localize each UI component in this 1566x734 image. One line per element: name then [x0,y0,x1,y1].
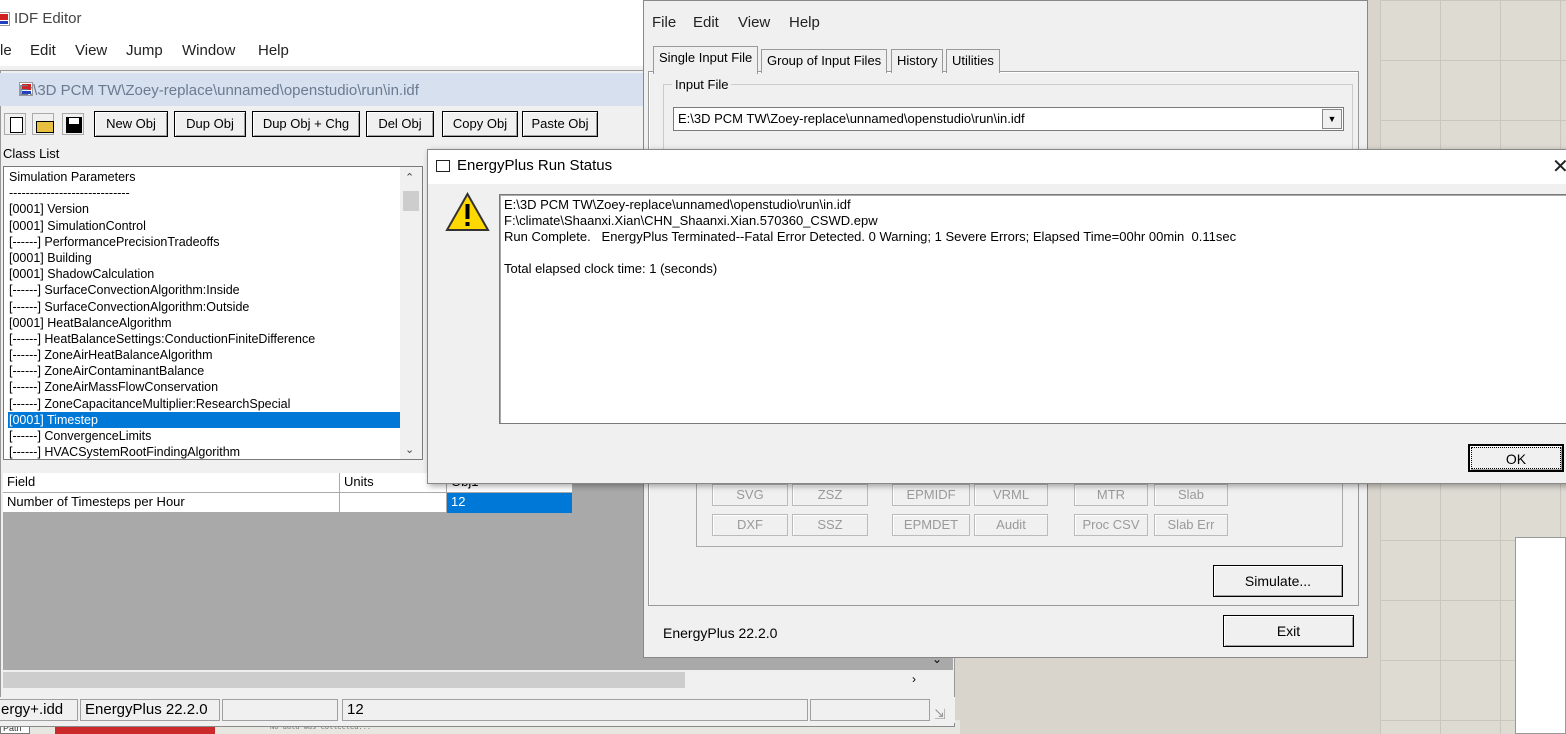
tab-single-input-file[interactable]: Single Input File [653,46,759,74]
menu-view[interactable]: View [75,42,107,59]
run-status-text: E:\3D PCM TW\Zoey-replace\unnamed\openst… [499,194,1566,424]
class-list-items: Simulation Parameters -------------------… [8,169,402,459]
idf-editor-title: IDF Editor [14,10,82,27]
class-list-item[interactable]: [------] ZoneCapacitanceMultiplier:Resea… [8,396,402,412]
class-list[interactable]: Simulation Parameters -------------------… [3,166,423,460]
vrml-button[interactable]: VRML [974,484,1048,506]
resize-grip-icon[interactable]: ⇲ [934,706,946,723]
menu-edit[interactable]: Edit [30,42,56,59]
class-list-item[interactable]: ----------------------------- [8,185,402,201]
background-panel [1515,537,1566,734]
scroll-down-icon[interactable]: ⌄ [405,443,414,456]
menu-help[interactable]: Help [258,42,289,59]
ep-version-label: EnergyPlus 22.2.0 [663,625,778,641]
paste-obj-button[interactable]: Paste Obj [522,111,598,137]
del-obj-button[interactable]: Del Obj [366,111,434,137]
exit-button[interactable]: Exit [1223,615,1354,647]
slab-button[interactable]: Slab [1154,484,1228,506]
grid-header-field: Field [3,473,340,493]
class-list-item[interactable]: [0001] Building [8,250,402,266]
table-row[interactable]: Number of Timesteps per Hour 12 [3,493,573,513]
class-list-item[interactable]: [0001] Timestep [8,411,402,428]
status-extra [810,699,930,721]
ep-menu-view[interactable]: View [738,14,770,31]
simulate-button[interactable]: Simulate... [1213,565,1343,597]
mtr-button[interactable]: MTR [1074,484,1148,506]
epmidf-button[interactable]: EPMIDF [892,484,970,506]
class-list-scrollbar[interactable]: ⌃ ⌄ [400,167,422,459]
copy-obj-button[interactable]: Copy Obj [442,111,518,137]
class-list-item[interactable]: [0001] Version [8,201,402,217]
input-file-select[interactable]: E:\3D PCM TW\Zoey-replace\unnamed\openst… [673,107,1344,131]
ok-button[interactable]: OK [1468,444,1564,472]
window-icon [436,160,450,172]
menu-file[interactable]: le [0,42,12,59]
scroll-right-icon[interactable]: › [912,672,916,686]
status-blank [222,699,338,721]
class-list-item[interactable]: [------] ZoneAirHeatBalanceAlgorithm [8,347,402,363]
run-status-line: Run Complete. EnergyPlus Terminated--Fat… [504,229,1237,244]
dxf-button[interactable]: DXF [712,514,788,536]
proc-csv-button[interactable]: Proc CSV [1074,514,1148,536]
class-list-item[interactable]: [0001] HeatBalanceAlgorithm [8,315,402,331]
class-list-item[interactable]: [------] SurfaceConvectionAlgorithm:Outs… [8,299,402,315]
ep-menu-file[interactable]: File [652,14,676,31]
close-icon[interactable]: ✕ [1552,154,1566,179]
class-list-item[interactable]: [0001] SimulationControl [8,218,402,234]
idf-editor-app-icon [0,12,10,26]
svg-button[interactable]: SVG [712,484,788,506]
run-status-line: F:\climate\Shaanxi.Xian\CHN_Shaanxi.Xian… [504,213,878,228]
run-status-line: Total elapsed clock time: 1 (seconds) [504,261,718,276]
ep-menu-edit[interactable]: Edit [693,14,719,31]
run-status-title: EnergyPlus Run Status [457,157,613,174]
class-list-scroll-thumb[interactable] [403,191,419,211]
class-list-item[interactable]: [------] PerformancePrecisionTradeoffs [8,234,402,250]
class-list-item[interactable]: [0001] ShadowCalculation [8,266,402,282]
status-idd: ergy+.idd [0,699,78,721]
audit-button[interactable]: Audit [974,514,1048,536]
warning-icon [445,192,490,231]
ssz-button[interactable]: SSZ [792,514,868,536]
idf-document-title: E:\3D PCM TW\Zoey-replace\unnamed\openst… [19,82,419,99]
tab-history[interactable]: History [891,49,944,73]
class-list-item[interactable]: Simulation Parameters [8,169,402,185]
chevron-down-icon[interactable]: ▼ [1322,109,1342,129]
status-version: EnergyPlus 22.2.0 [80,699,220,721]
ep-menu-help[interactable]: Help [789,14,820,31]
zsz-button[interactable]: ZSZ [792,484,868,506]
class-list-item[interactable]: [------] SurfaceConvectionAlgorithm:Insi… [8,282,402,298]
menu-window[interactable]: Window [182,42,235,59]
tab-utilities[interactable]: Utilities [946,49,1000,73]
input-file-label: Input File [672,77,732,92]
class-list-item[interactable]: [------] HVACSystemRootFindingAlgorithm [8,444,402,459]
dup-obj-button[interactable]: Dup Obj [174,111,246,137]
scroll-up-icon[interactable]: ⌃ [405,171,414,184]
save-disk-icon[interactable] [62,113,84,135]
class-list-item[interactable]: [------] ZoneAirMassFlowConservation [8,379,402,395]
class-list-label: Class List [3,146,60,161]
new-obj-button[interactable]: New Obj [94,111,168,137]
status-value: 12 [342,699,808,721]
slab-err-button[interactable]: Slab Err [1154,514,1228,536]
new-file-icon[interactable] [4,113,26,135]
horizontal-scroll-thumb[interactable] [3,672,685,688]
epmdet-button[interactable]: EPMDET [892,514,970,536]
tab-group-of-input-files[interactable]: Group of Input Files [761,49,888,73]
dup-obj-chg-button[interactable]: Dup Obj + Chg [252,111,360,137]
class-list-item[interactable]: [------] ConvergenceLimits [8,428,402,444]
run-status-line [504,245,1564,261]
run-status-line: E:\3D PCM TW\Zoey-replace\unnamed\openst… [504,197,851,212]
menu-jump[interactable]: Jump [126,42,163,59]
grid-cell-value[interactable]: 12 [447,493,573,513]
class-list-item[interactable]: [------] ZoneAirContaminantBalance [8,363,402,379]
class-list-item[interactable]: [------] HeatBalanceSettings:ConductionF… [8,331,402,347]
open-folder-icon[interactable] [32,113,54,135]
grid-cell-field: Number of Timesteps per Hour [3,493,340,513]
grid-cell-units [340,493,447,513]
